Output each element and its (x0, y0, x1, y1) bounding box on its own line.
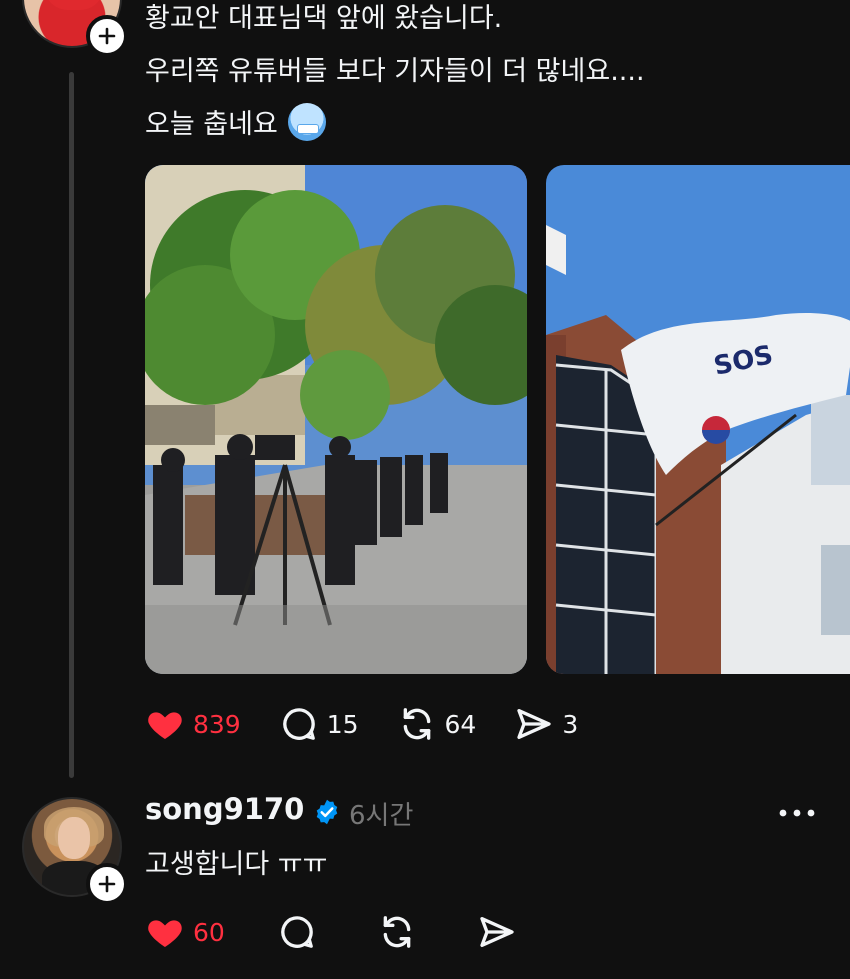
repost-button[interactable] (377, 912, 425, 952)
reply-timestamp: 6시간 (349, 801, 414, 831)
reporters-photo (145, 165, 527, 674)
post-line: 황교안 대표님댁 앞에 왔습니다. (145, 3, 503, 34)
repost-count: 64 (444, 709, 477, 739)
comment-icon (281, 916, 313, 948)
heart-filled-icon (148, 920, 182, 947)
post-line: 오늘 춥네요 (145, 98, 645, 151)
comment-button[interactable] (277, 912, 325, 952)
post-line: 우리쪽 유튜버들 보다 기자들이 더 많네요.... (145, 56, 645, 87)
heart-filled-icon (148, 712, 182, 739)
share-count: 3 (562, 709, 579, 739)
like-button[interactable]: 60 (145, 912, 225, 952)
plus-icon (98, 27, 116, 45)
send-icon (517, 709, 552, 739)
send-icon (480, 917, 514, 947)
follow-plus-button[interactable] (86, 863, 128, 905)
repost-icon (403, 708, 430, 740)
post-image-2[interactable]: SOS (546, 165, 850, 674)
repost-button[interactable]: 64 (397, 704, 477, 744)
post-actions: 839 15 64 3 (145, 704, 616, 744)
share-button[interactable]: 3 (514, 704, 578, 744)
verified-badge-icon (316, 799, 338, 825)
post-image-1[interactable] (145, 165, 527, 674)
flag-building-photo: SOS (546, 165, 850, 674)
like-count: 839 (193, 709, 241, 739)
reply-text: 고생합니다 ㅠㅠ (145, 849, 328, 880)
post-text: 황교안 대표님댁 앞에 왔습니다. 우리쪽 유튜버들 보다 기자들이 더 많네요… (145, 0, 645, 151)
comment-count: 15 (326, 709, 359, 739)
repost-icon (383, 916, 411, 948)
thread-line (69, 72, 74, 778)
plus-icon (98, 875, 116, 893)
follow-plus-button[interactable] (86, 15, 128, 57)
more-options-icon[interactable] (778, 808, 816, 818)
reply-actions: 60 (145, 912, 577, 952)
cold-face-emoji-icon (287, 103, 326, 141)
reply-username[interactable]: song9170 (145, 792, 304, 826)
like-count: 60 (193, 917, 225, 947)
share-button[interactable] (477, 912, 525, 952)
comment-icon (282, 708, 315, 740)
comment-button[interactable]: 15 (279, 704, 359, 744)
like-button[interactable]: 839 (145, 704, 241, 744)
